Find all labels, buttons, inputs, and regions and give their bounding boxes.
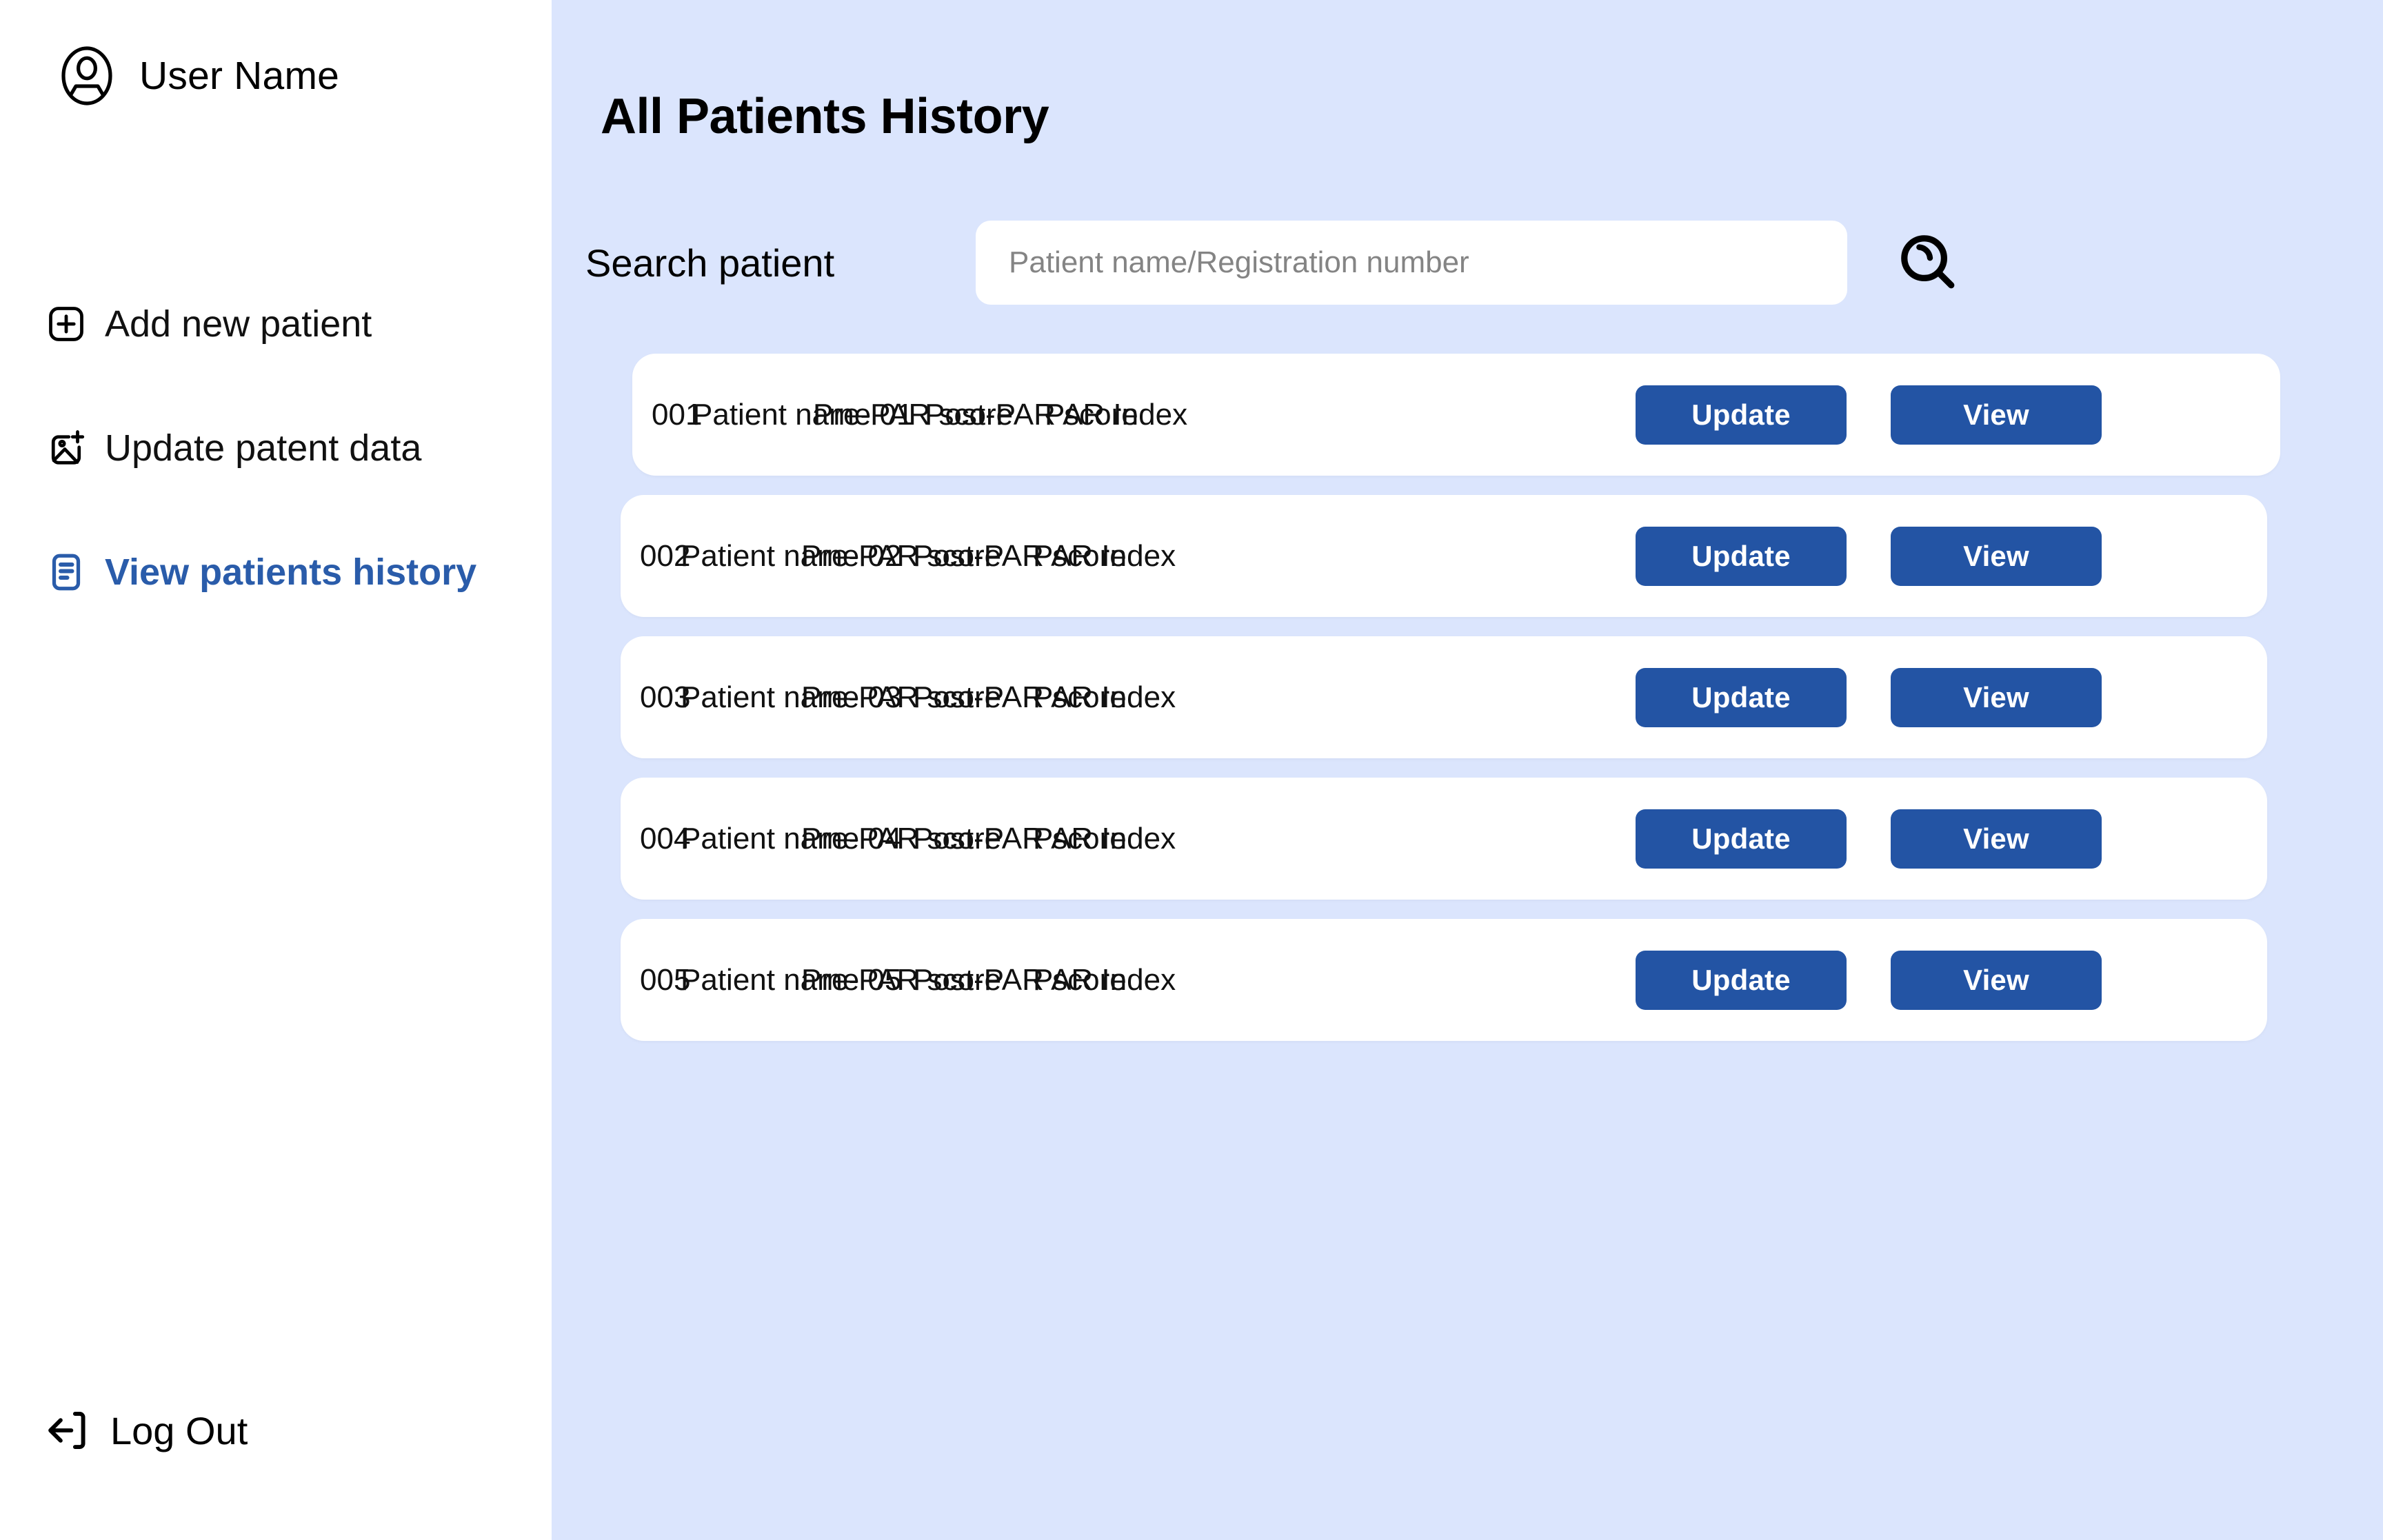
view-button[interactable]: View [1891, 809, 2102, 869]
view-button[interactable]: View [1891, 526, 2102, 586]
sidebar-nav: Add new patient Update patent data View … [46, 293, 528, 603]
sidebar-item-label: Update patent data [105, 427, 422, 469]
image-plus-icon [46, 427, 87, 469]
app-window: User Name Add new patient Update patent … [0, 0, 2383, 1540]
user-name-label: User Name [139, 54, 340, 98]
patients-table: 001 Patient name 01 Pre-PAR score Post-P… [552, 354, 2383, 1060]
sidebar-item-label: View patients history [105, 551, 477, 593]
user-profile[interactable]: User Name [54, 43, 339, 109]
view-button[interactable]: View [1891, 950, 2102, 1010]
update-button[interactable]: Update [1636, 809, 1847, 869]
par-index: PAR Index [1033, 821, 1176, 855]
sidebar-item-label: Add new patient [105, 303, 372, 345]
table-row[interactable]: 002 Patient name 02 Pre-PAR score Post-P… [621, 495, 2267, 617]
table-row[interactable]: 004 Patient name 04 Pre-PAR score Post-P… [621, 778, 2267, 900]
sidebar-item-view-patients-history[interactable]: View patients history [46, 541, 528, 603]
user-circle-icon [54, 43, 120, 109]
par-index: PAR Index [1033, 680, 1176, 714]
sidebar: User Name Add new patient Update patent … [0, 0, 552, 1540]
table-row[interactable]: 001 Patient name 01 Pre-PAR score Post-P… [632, 354, 2280, 476]
page-title: All Patients History [601, 89, 1049, 144]
main-content: All Patients History Search patient 001 … [552, 0, 2383, 1540]
table-row[interactable]: 003 Patient name 03 Pre-PAR score Post-P… [621, 636, 2267, 758]
par-index: PAR Index [1033, 962, 1176, 997]
table-row[interactable]: 005 Patient name 05 Pre-PAR score Post-P… [621, 919, 2267, 1041]
update-button[interactable]: Update [1636, 950, 1847, 1010]
sidebar-item-update-patent-data[interactable]: Update patent data [46, 417, 528, 479]
logout-label: Log Out [110, 1408, 248, 1452]
search-input[interactable] [976, 221, 1847, 305]
search-icon [1896, 230, 1962, 296]
search-bar: Search patient [585, 221, 1967, 305]
update-button[interactable]: Update [1636, 667, 1847, 727]
search-label: Search patient [585, 241, 835, 285]
view-button[interactable]: View [1891, 667, 2102, 727]
sidebar-item-add-new-patient[interactable]: Add new patient [46, 293, 528, 355]
logout-arrow-icon [43, 1405, 94, 1456]
par-index: PAR Index [1033, 538, 1176, 573]
update-button[interactable]: Update [1636, 385, 1847, 445]
update-button[interactable]: Update [1636, 526, 1847, 586]
view-button[interactable]: View [1891, 385, 2102, 445]
document-list-icon [46, 551, 87, 593]
par-index: PAR Index [1045, 397, 1188, 432]
add-square-icon [46, 303, 87, 345]
logout-button[interactable]: Log Out [43, 1405, 248, 1456]
search-button[interactable] [1890, 224, 1967, 301]
